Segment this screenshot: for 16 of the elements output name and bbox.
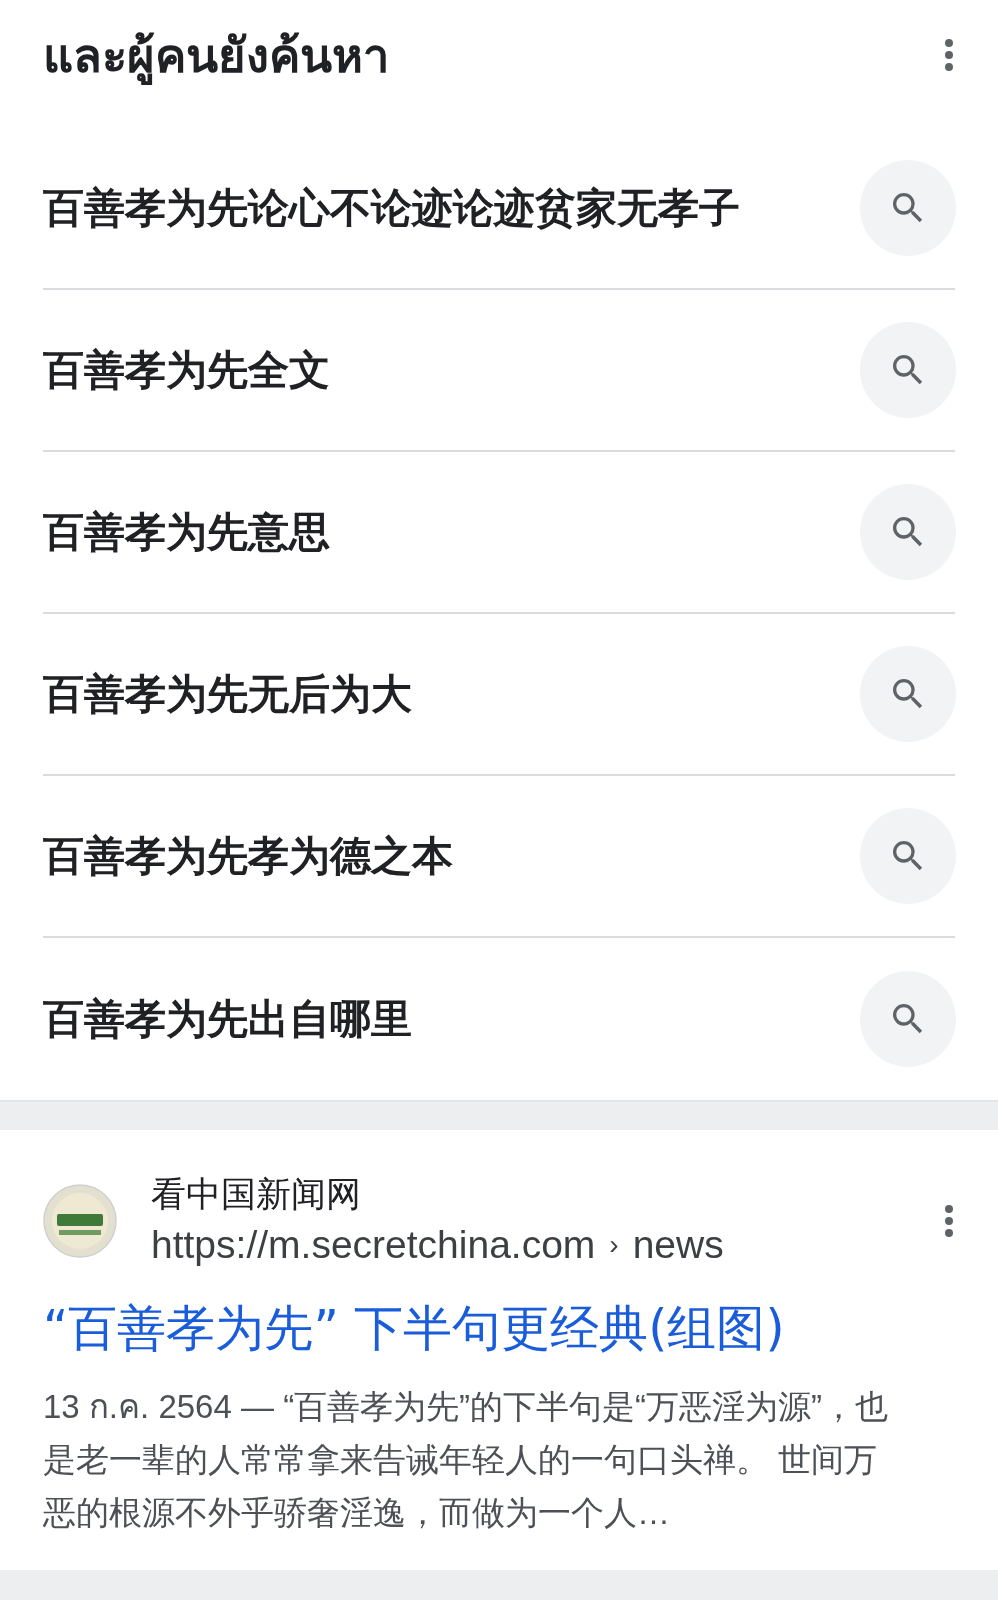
suggestion-link[interactable]: 百善孝为先论心不论迹论迹贫家无孝子: [43, 180, 740, 236]
url-breadcrumb: news: [632, 1222, 724, 1268]
result-snippet: 13 ก.ค. 2564 — “百善孝为先”的下半句是“万恶淫为源”，也是老一辈的人常常拿来告诫年轻人的一句口头禅。 世间万恶的根源不外乎骄奢淫逸，而做为一个人…: [43, 1387, 890, 1533]
more-options-icon[interactable]: [944, 1204, 954, 1238]
section-title: และผู้คนยังค้นหา: [43, 26, 389, 87]
site-name: 看中国新闻网: [151, 1173, 362, 1216]
suggestion-link[interactable]: 百善孝为先意思: [43, 504, 330, 560]
breadcrumb-separator: ›: [609, 1228, 619, 1262]
suggestion-link[interactable]: 百善孝为先孝为德之本: [43, 828, 453, 884]
suggestion-link[interactable]: 百善孝为先无后为大: [43, 666, 412, 722]
site-url: https://m.secretchina.com: [151, 1222, 596, 1268]
site-logo-icon: [43, 1184, 117, 1258]
suggestion-link[interactable]: 百善孝为先全文: [43, 342, 330, 398]
suggestion-link[interactable]: 百善孝为先出自哪里: [43, 991, 412, 1047]
result-title-link[interactable]: “百善孝为先” 下半句更经典(组图): [43, 1298, 955, 1360]
more-options-icon[interactable]: [944, 38, 954, 72]
